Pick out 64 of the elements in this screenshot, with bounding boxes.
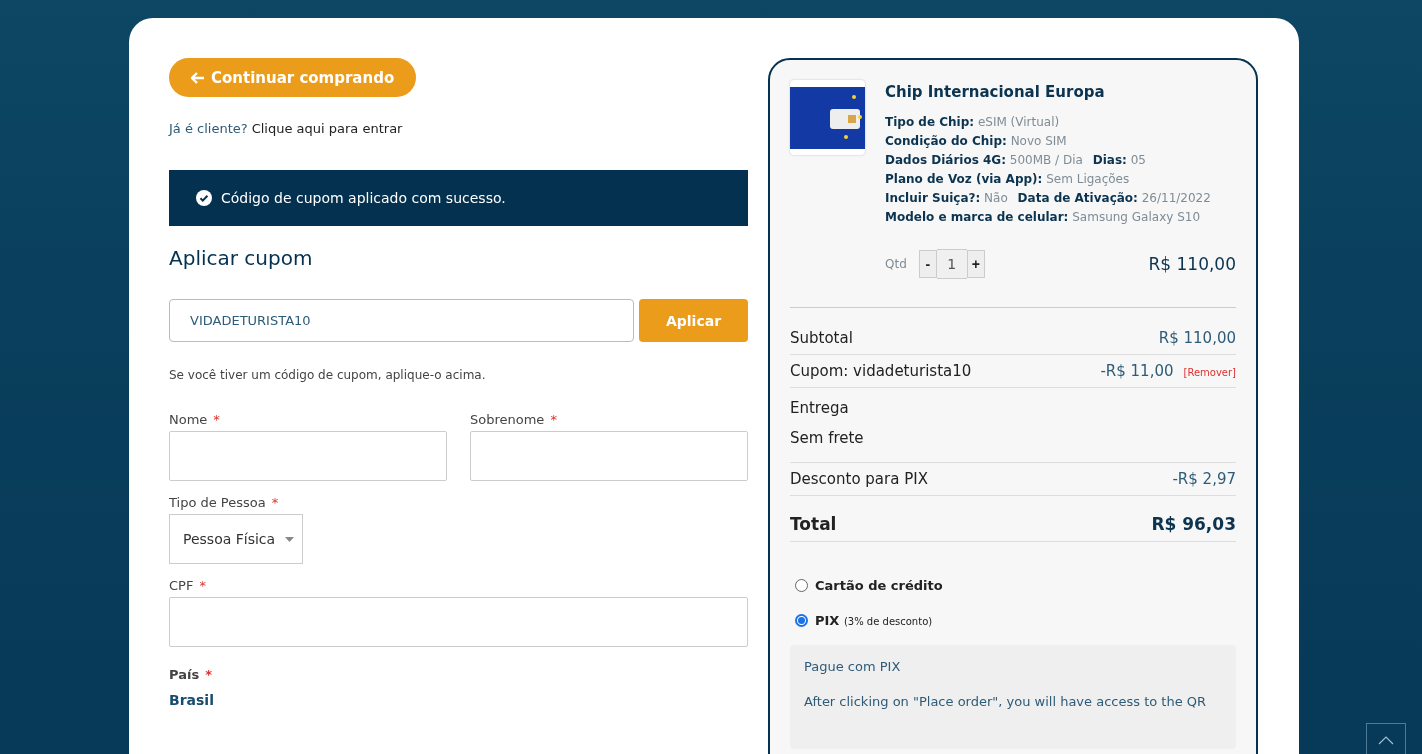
attribute-label: Incluir Suiça?: bbox=[885, 191, 981, 205]
attribute-value: 05 bbox=[1130, 153, 1146, 167]
total-label: Cupom: vidadeturista10 bbox=[790, 362, 972, 380]
text-field[interactable] bbox=[169, 597, 748, 647]
text-field[interactable] bbox=[169, 431, 447, 481]
field-label: Tipo de Pessoa bbox=[169, 495, 266, 510]
chevron-up-icon bbox=[1378, 736, 1394, 745]
quantity-label: Qtd bbox=[885, 257, 907, 271]
attribute-value: Novo SIM bbox=[1010, 134, 1067, 148]
total-label: Subtotal bbox=[790, 329, 853, 347]
coupon-field[interactable]: VIDADETURISTA10 bbox=[169, 299, 634, 342]
caret-icon bbox=[285, 536, 294, 542]
field-label: CPF bbox=[169, 578, 194, 593]
notice-text: Código de cupom aplicado com sucesso. bbox=[221, 190, 506, 206]
required-mark: * bbox=[550, 412, 557, 427]
attribute-label: Dias: bbox=[1092, 153, 1127, 167]
product-name: Chip Internacional Europa bbox=[885, 83, 1106, 101]
payment-method-label[interactable]: PIX (3% de desconto) bbox=[815, 613, 933, 628]
pix-title: Pague com PIX bbox=[804, 659, 902, 674]
country-value: Brasil bbox=[169, 692, 215, 708]
total-label: Desconto para PIX bbox=[790, 470, 928, 488]
attribute-value: eSIM (Virtual) bbox=[977, 115, 1060, 129]
total-value: R$ 110,00 bbox=[1158, 329, 1236, 347]
quantity-field[interactable]: 1 bbox=[936, 249, 967, 279]
login-prompt: Já é cliente? bbox=[169, 121, 248, 136]
product-price: R$ 110,00 bbox=[1148, 254, 1236, 274]
select-dropdown[interactable]: Pessoa Física bbox=[169, 514, 303, 564]
total-value: R$ 96,03 bbox=[1151, 514, 1236, 534]
payment-radio[interactable] bbox=[795, 579, 808, 592]
attribute-label: Plano de Voz (via App): bbox=[885, 172, 1043, 186]
text-field[interactable] bbox=[470, 431, 748, 481]
total-label: Total bbox=[790, 514, 837, 534]
decrease-button[interactable]: - bbox=[918, 250, 937, 278]
attribute-value: Não bbox=[984, 191, 1008, 205]
field-label: País bbox=[169, 667, 200, 682]
coupon-heading: Aplicar cupom bbox=[169, 246, 314, 270]
remove-coupon-link[interactable]: [Remover] bbox=[1183, 367, 1236, 378]
coupon-hint: Se você tiver um código de cupom, aplique-o acima. bbox=[169, 368, 487, 382]
required-mark: * bbox=[213, 412, 220, 427]
required-mark: * bbox=[205, 667, 212, 682]
field-label: Nome bbox=[169, 412, 208, 427]
attribute-label: Modelo e marca de celular: bbox=[885, 210, 1069, 224]
login-link[interactable]: Clique aqui para entrar bbox=[251, 121, 403, 136]
attribute-value: 500MB / Dia bbox=[1009, 153, 1083, 167]
arrow-left-icon bbox=[191, 71, 205, 84]
attribute-label: Condição do Chip: bbox=[885, 134, 1007, 148]
check-circle-icon bbox=[196, 190, 212, 206]
scroll-top-button[interactable] bbox=[1366, 723, 1406, 754]
attribute-value: Samsung Galaxy S10 bbox=[1072, 210, 1201, 224]
attribute-label: Data de Ativação: bbox=[1017, 191, 1138, 205]
total-value: -R$ 2,97 bbox=[1172, 470, 1236, 488]
shipping-value: Sem frete bbox=[790, 428, 865, 449]
payment-radio[interactable] bbox=[795, 614, 808, 627]
attribute-value: 26/11/2022 bbox=[1141, 191, 1211, 205]
total-value: -R$ 11,00 bbox=[1100, 362, 1174, 380]
attribute-label: Tipo de Chip: bbox=[885, 115, 975, 129]
attribute-value: Sem Ligações bbox=[1046, 172, 1130, 186]
total-label: Entrega bbox=[790, 398, 850, 419]
required-mark: * bbox=[199, 578, 206, 593]
required-mark: * bbox=[271, 495, 279, 510]
attribute-label: Dados Diários 4G: bbox=[885, 153, 1006, 167]
pix-instructions: After clicking on "Place order", you will have access to the QR bbox=[804, 694, 1208, 709]
field-label: Sobrenome bbox=[470, 412, 545, 427]
payment-method-label[interactable]: Cartão de crédito bbox=[815, 578, 943, 593]
